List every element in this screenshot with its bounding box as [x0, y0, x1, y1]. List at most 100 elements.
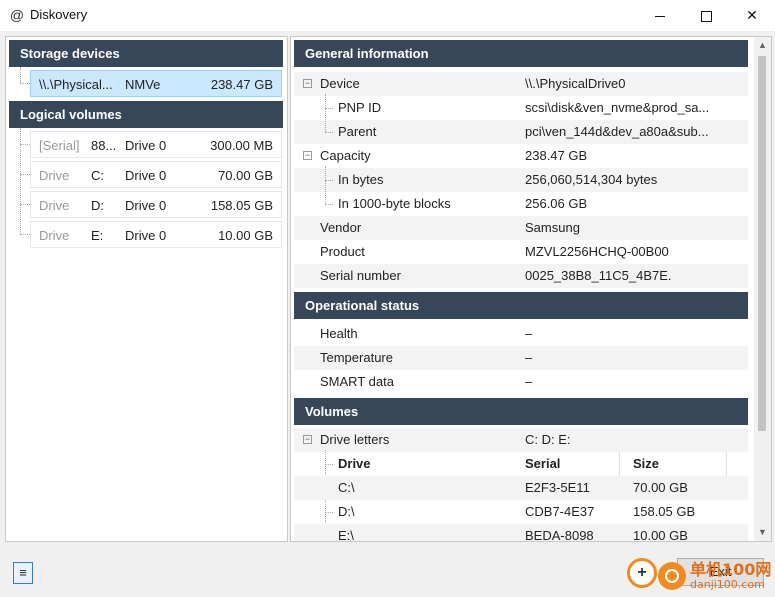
- volume-row[interactable]: Drive E: Drive 0 10.00 GB: [30, 221, 282, 248]
- capacity-row[interactable]: − Capacity 238.47 GB: [294, 144, 748, 168]
- watermark-url: danji100.com: [690, 578, 765, 591]
- serial-number-label: Serial number: [320, 268, 401, 283]
- smart-data-label: SMART data: [320, 374, 394, 389]
- details-panel[interactable]: General information − Device \\.\Physica…: [290, 36, 772, 542]
- health-label: Health: [320, 326, 358, 341]
- volume-row[interactable]: Drive C: Drive 0 70.00 GB: [30, 161, 282, 188]
- volume-letter: D:: [91, 198, 104, 213]
- parent-value: pci\ven_144d&dev_a80a&sub...: [525, 124, 709, 139]
- vendor-value: Samsung: [525, 220, 580, 235]
- table-cell-serial: E2F3-5E11: [525, 480, 590, 495]
- tree-line: [20, 234, 30, 235]
- pnp-id-value: scsi\disk&ven_nvme&prod_sa...: [525, 100, 710, 115]
- vertical-scrollbar[interactable]: ▲ ▼: [754, 37, 771, 541]
- plus-icon: +: [627, 558, 657, 588]
- collapse-icon[interactable]: −: [303, 151, 312, 160]
- storage-device-row[interactable]: \\.\Physical... NMVe 238.47 GB: [30, 70, 282, 97]
- tree-line: [20, 67, 21, 83]
- volume-row[interactable]: Drive D: Drive 0 158.05 GB: [30, 191, 282, 218]
- product-label: Product: [320, 244, 365, 259]
- tree-line: [325, 132, 333, 133]
- volume-label: [Serial]: [39, 138, 80, 153]
- operational-status-header: Operational status: [294, 292, 748, 319]
- drive-letters-row[interactable]: − Drive letters C: D: E:: [294, 428, 748, 452]
- table-cell-size: 10.00 GB: [633, 528, 688, 542]
- product-row[interactable]: Product MZVL2256HCHQ-00B00: [294, 240, 748, 264]
- scrollbar-thumb[interactable]: [758, 56, 766, 431]
- in-bytes-row[interactable]: In bytes 256,060,514,304 bytes: [294, 168, 748, 192]
- device-tree-panel[interactable]: Storage devices \\.\Physical... NMVe 238…: [5, 36, 288, 542]
- device-size: 238.47 GB: [210, 77, 273, 92]
- product-value: MZVL2256HCHQ-00B00: [525, 244, 669, 259]
- device-row[interactable]: − Device \\.\PhysicalDrive0: [294, 72, 748, 96]
- serial-number-row[interactable]: Serial number 0025_38B8_11C5_4B7E.: [294, 264, 748, 288]
- minimize-button[interactable]: [637, 0, 683, 31]
- table-cell-drive: E:\: [338, 528, 354, 542]
- volume-letter: E:: [91, 228, 104, 243]
- volume-label: Drive: [39, 228, 70, 243]
- smart-data-row[interactable]: SMART data –: [294, 370, 748, 394]
- volumes-table-header: Drive Serial Size: [294, 452, 748, 476]
- hamburger-menu-icon: ≡: [19, 565, 27, 580]
- temperature-row[interactable]: Temperature –: [294, 346, 748, 370]
- table-cell-serial: CDB7-4E37: [525, 504, 595, 519]
- parent-row[interactable]: Parent pci\ven_144d&dev_a80a&sub...: [294, 120, 748, 144]
- tree-line: [325, 94, 326, 132]
- device-label: Device: [320, 76, 360, 91]
- at-sign-icon: @: [9, 7, 25, 23]
- menu-button[interactable]: ≡: [13, 562, 33, 584]
- column-divider: [726, 452, 727, 476]
- maximize-icon: [700, 10, 712, 22]
- scroll-down-icon[interactable]: ▼: [754, 524, 771, 541]
- volume-drive: Drive 0: [125, 228, 167, 243]
- collapse-icon[interactable]: −: [303, 79, 312, 88]
- maximize-button[interactable]: [683, 0, 729, 31]
- volume-label: Drive: [39, 198, 70, 213]
- volume-label: Drive: [39, 168, 70, 183]
- parent-label: Parent: [338, 124, 377, 139]
- capacity-value: 238.47 GB: [525, 148, 588, 163]
- vendor-row[interactable]: Vendor Samsung: [294, 216, 748, 240]
- storage-devices-header: Storage devices: [9, 40, 283, 67]
- title-bar: @ Diskovery ✕: [0, 0, 775, 31]
- in-bytes-value: 256,060,514,304 bytes: [525, 172, 658, 187]
- tree-line: [325, 204, 333, 205]
- scroll-up-icon[interactable]: ▲: [754, 37, 771, 54]
- tree-line: [20, 204, 30, 205]
- device-path: \\.\Physical...: [39, 77, 113, 92]
- serial-number-value: 0025_38B8_11C5_4B7E.: [525, 268, 672, 283]
- blocks-label: In 1000-byte blocks: [338, 196, 451, 211]
- watermark-logo: + 单机100网 danji100.com: [627, 554, 772, 596]
- table-row[interactable]: C:\ E2F3-5E11 70.00 GB: [294, 476, 748, 500]
- blocks-row[interactable]: In 1000-byte blocks 256.06 GB: [294, 192, 748, 216]
- blocks-value: 256.06 GB: [525, 196, 588, 211]
- volume-drive: Drive 0: [125, 168, 167, 183]
- general-information-header: General information: [294, 40, 748, 67]
- table-row[interactable]: E:\ BEDA-8098 10.00 GB: [294, 524, 748, 542]
- close-icon: ✕: [746, 7, 758, 23]
- capacity-label: Capacity: [320, 148, 371, 163]
- pnp-id-label: PNP ID: [338, 100, 382, 115]
- in-bytes-label: In bytes: [338, 172, 384, 187]
- table-cell-drive: C:\: [338, 480, 355, 495]
- bottom-bar: ≡ Exit + 单机100网 danji100.com: [0, 544, 775, 597]
- vendor-label: Vendor: [320, 220, 362, 235]
- volume-size: 300.00 MB: [210, 138, 273, 153]
- volume-row[interactable]: [Serial] 88... Drive 0 300.00 MB: [30, 131, 282, 158]
- volume-drive: Drive 0: [125, 198, 167, 213]
- collapse-icon[interactable]: −: [303, 435, 312, 444]
- volume-drive: Drive 0: [125, 138, 167, 153]
- health-row[interactable]: Health –: [294, 322, 748, 346]
- tree-line: [325, 180, 333, 181]
- device-value: \\.\PhysicalDrive0: [525, 76, 626, 91]
- table-row[interactable]: D:\ CDB7-4E37 158.05 GB: [294, 500, 748, 524]
- tree-line: [325, 108, 333, 109]
- tree-line: [20, 83, 30, 84]
- close-button[interactable]: ✕: [729, 0, 775, 31]
- column-divider: [619, 452, 620, 476]
- tree-line: [20, 174, 30, 175]
- pnp-id-row[interactable]: PNP ID scsi\disk&ven_nvme&prod_sa...: [294, 96, 748, 120]
- tree-line: [325, 166, 326, 204]
- volumes-header: Volumes: [294, 398, 748, 425]
- window-title: Diskovery: [30, 7, 88, 22]
